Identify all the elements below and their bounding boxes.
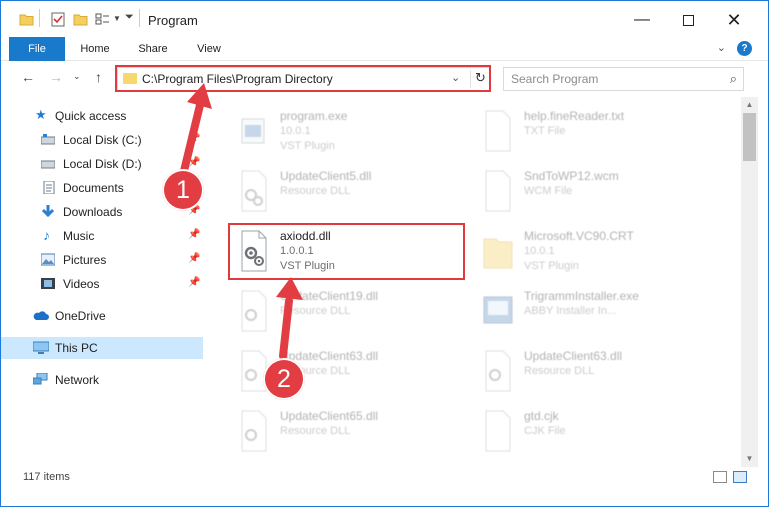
step-2-badge: 2 — [263, 358, 305, 400]
annotation-arrows — [180, 83, 303, 360]
explorer-window: ▼ ⏷ Program — ✕ File Home Share View ⌄ ?… — [0, 0, 769, 507]
step-1-badge: 1 — [162, 169, 204, 211]
